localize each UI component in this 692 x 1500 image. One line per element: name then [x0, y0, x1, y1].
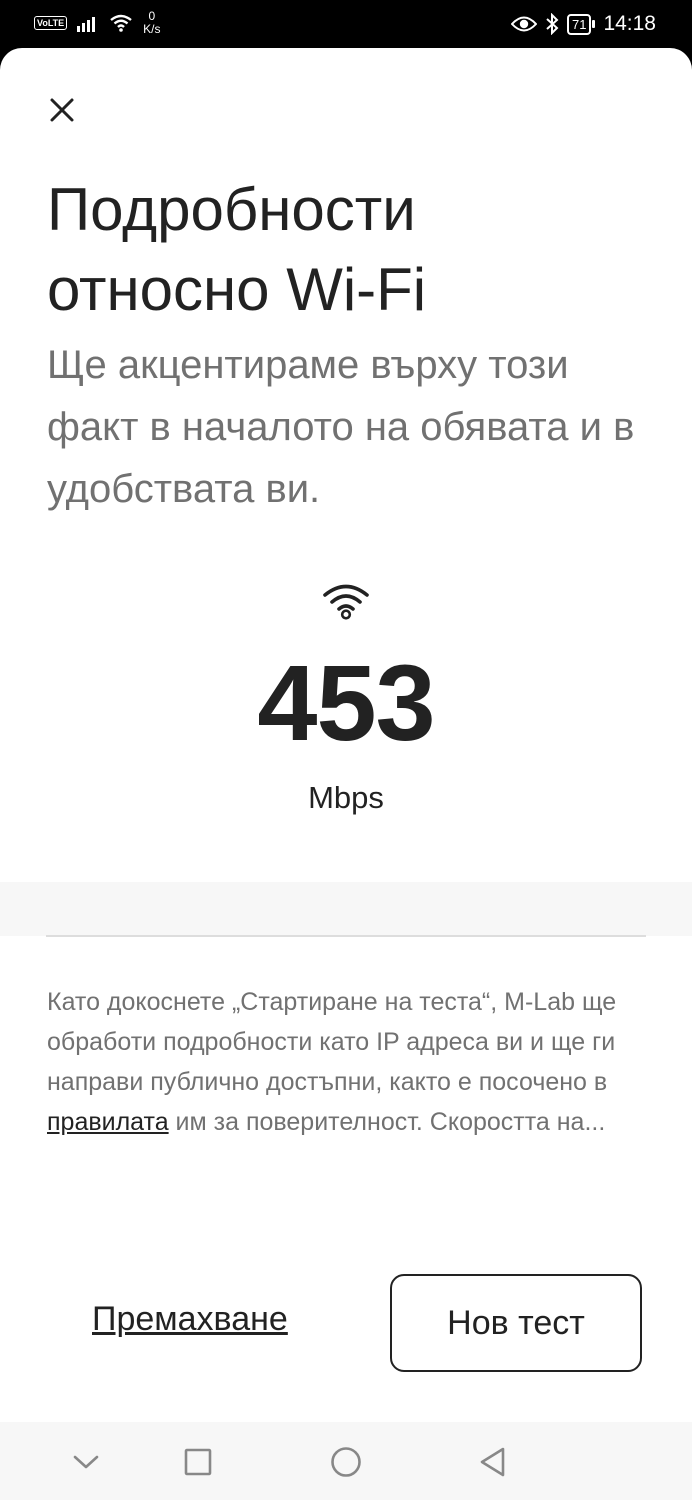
network-speed: 0 K/s — [143, 10, 160, 36]
square-recents-icon — [184, 1448, 212, 1476]
volte-badge: VoLTE — [34, 16, 68, 30]
new-test-button[interactable]: Нов тест — [390, 1274, 642, 1372]
wifi-icon — [323, 584, 369, 620]
battery-nub — [592, 20, 596, 28]
nav-chevron-button[interactable] — [64, 1440, 108, 1484]
nav-back-button[interactable] — [470, 1440, 514, 1484]
divider — [46, 935, 646, 937]
wifi-details-sheet: Подробности относно Wi-Fi Ще акцентираме… — [0, 48, 692, 1422]
chevron-down-icon — [73, 1455, 99, 1469]
network-speed-unit: K/s — [143, 22, 161, 36]
wifi-status-icon — [110, 14, 132, 32]
nav-home-button[interactable] — [324, 1440, 368, 1484]
close-icon — [50, 98, 74, 122]
nav-recents-button[interactable] — [176, 1440, 220, 1484]
speed-value: 453 — [257, 642, 435, 763]
remove-button[interactable]: Премахване — [92, 1300, 288, 1339]
page-title: Подробности относно Wi-Fi — [47, 176, 427, 323]
disclaimer-text-after: им за поверителност. Скоростта на... — [168, 1108, 606, 1136]
status-right: 71 14:18 — [510, 12, 656, 36]
disclaimer-text-before: Като докоснете „Стартиране на теста“, M-… — [47, 988, 617, 1096]
battery-indicator: 71 — [566, 13, 596, 35]
clock: 14:18 — [603, 12, 656, 35]
privacy-disclaimer: Като докоснете „Стартиране на теста“, M-… — [47, 982, 647, 1142]
privacy-policy-link[interactable]: правилата — [47, 1108, 169, 1136]
section-band — [0, 882, 692, 936]
triangle-back-icon — [480, 1447, 505, 1477]
circle-home-icon — [331, 1447, 361, 1477]
status-left: VoLTE 0 K/s — [34, 10, 161, 36]
system-nav-bar — [0, 1422, 692, 1500]
eye-icon — [510, 16, 537, 32]
bluetooth-icon — [546, 13, 559, 35]
page-subtitle: Ще акцентираме върху този факт в началот… — [47, 343, 635, 511]
close-button[interactable] — [44, 92, 80, 128]
battery-level: 71 — [566, 13, 592, 35]
speed-unit: Mbps — [308, 780, 384, 815]
signal-icon — [77, 17, 96, 32]
status-bar: VoLTE 0 K/s 71 14:18 — [0, 0, 692, 48]
